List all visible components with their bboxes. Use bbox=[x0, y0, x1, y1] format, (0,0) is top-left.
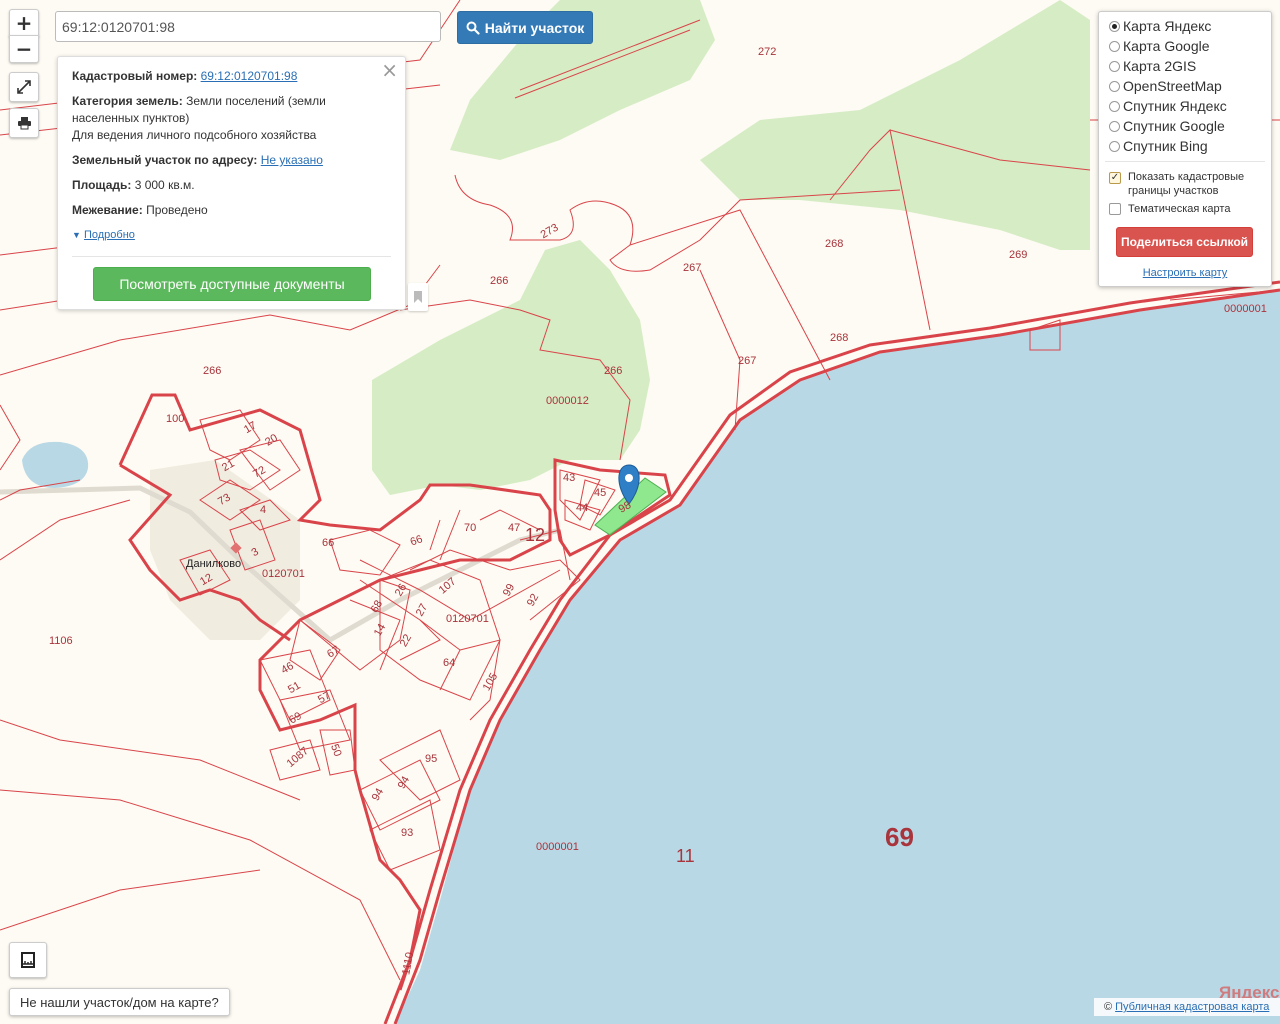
parcel-label: 47 bbox=[508, 522, 520, 534]
radio-icon bbox=[1109, 100, 1120, 112]
layer-yandex-satellite[interactable]: Спутник Яндекс bbox=[1109, 96, 1227, 116]
radio-icon bbox=[1109, 20, 1120, 32]
parcel-label: 0000001 bbox=[1224, 303, 1267, 315]
parcel-label: 266 bbox=[490, 275, 508, 287]
configure-map-link[interactable]: Настроить карту bbox=[1099, 267, 1271, 279]
search-icon bbox=[466, 21, 480, 35]
share-link-button[interactable]: Поделиться ссылкой bbox=[1116, 227, 1253, 257]
layer-bing-satellite[interactable]: Спутник Bing bbox=[1109, 136, 1208, 156]
parcel-label: 1106 bbox=[49, 635, 73, 647]
bookmark-button[interactable] bbox=[408, 283, 428, 311]
layer-label: Карта 2GIS bbox=[1123, 58, 1197, 74]
parcel-label: 267 bbox=[683, 262, 701, 274]
parcel-label: 64 bbox=[443, 657, 455, 669]
parcel-label: 93 bbox=[401, 827, 413, 839]
layer-label: Спутник Google bbox=[1123, 118, 1225, 134]
attribution-link[interactable]: Публичная кадастровая карта bbox=[1115, 1001, 1269, 1013]
caret-down-icon: ▼ bbox=[72, 230, 81, 240]
divider bbox=[1105, 161, 1265, 162]
parcel-label: 268 bbox=[825, 238, 843, 250]
village-label: Данилково bbox=[186, 558, 241, 570]
bookmark-icon bbox=[414, 291, 422, 303]
layer-label: Карта Google bbox=[1123, 38, 1210, 54]
radio-icon bbox=[1109, 40, 1120, 52]
layer-google-map[interactable]: Карта Google bbox=[1109, 36, 1210, 56]
zoom-out-button[interactable]: − bbox=[9, 35, 39, 63]
show-cadastral-checkbox[interactable]: ✓ Показать кадастровые границы участков bbox=[1109, 170, 1244, 200]
find-parcel-button[interactable]: Найти участок bbox=[457, 11, 593, 44]
pond bbox=[22, 441, 89, 488]
permitted-use: Для ведения личного подсобного хозяйства bbox=[72, 128, 317, 142]
radio-icon bbox=[1109, 140, 1120, 152]
land-category-value-cont: населенных пунктов) bbox=[72, 111, 190, 125]
zoom-out-icon: − bbox=[15, 37, 33, 61]
radio-icon bbox=[1109, 120, 1120, 132]
area-value: 3 000 кв.м. bbox=[134, 178, 195, 192]
parcel-label: 269 bbox=[1009, 249, 1027, 261]
address-label: Земельный участок по адресу: bbox=[72, 153, 258, 167]
radio-icon bbox=[1109, 60, 1120, 72]
parcel-label: 43 bbox=[563, 472, 575, 484]
map-attribution: © Публичная кадастровая карта bbox=[1094, 998, 1280, 1016]
cadastral-number-label: Кадастровый номер: bbox=[72, 69, 198, 83]
checkbox-icon bbox=[1109, 203, 1121, 215]
parcel-label: 44 bbox=[576, 502, 588, 514]
show-cadastral-label: Показать кадастровые границы участков bbox=[1128, 171, 1245, 197]
details-link[interactable]: Подробно bbox=[84, 229, 135, 241]
quarter-label: 0120701 bbox=[262, 568, 305, 580]
parcel-label: 95 bbox=[425, 753, 437, 765]
cadastral-number-link[interactable]: 69:12:0120701:98 bbox=[201, 69, 298, 83]
layer-openstreetmap[interactable]: OpenStreetMap bbox=[1109, 76, 1222, 96]
cadastral-search-input[interactable] bbox=[55, 11, 441, 42]
land-category-label: Категория земель: bbox=[72, 94, 183, 108]
copyright-sign: © bbox=[1104, 1001, 1113, 1013]
radio-icon bbox=[1109, 80, 1120, 92]
parcel-info-card: × Кадастровый номер: 69:12:0120701:98 Ка… bbox=[57, 56, 406, 310]
ruler-icon bbox=[21, 952, 35, 968]
thematic-map-label: Тематическая карта bbox=[1128, 203, 1231, 215]
block-label: 12 bbox=[525, 525, 545, 545]
block-label: 11 bbox=[676, 846, 695, 866]
divider bbox=[72, 256, 391, 257]
zoom-in-icon: + bbox=[15, 11, 33, 35]
parcel-label: 0000012 bbox=[546, 395, 589, 407]
parcel-label: 266 bbox=[604, 365, 622, 377]
parcel-label: 45 bbox=[594, 487, 606, 499]
quarter-label: 0120701 bbox=[446, 613, 489, 625]
layer-label: Спутник Bing bbox=[1123, 138, 1208, 154]
ruler-button[interactable] bbox=[9, 942, 47, 978]
not-found-button[interactable]: Не нашли участок/дом на карте? bbox=[9, 988, 230, 1016]
address-link[interactable]: Не указано bbox=[261, 153, 323, 167]
zoom-in-button[interactable]: + bbox=[9, 9, 39, 37]
layer-label: Спутник Яндекс bbox=[1123, 98, 1227, 114]
layer-2gis-map[interactable]: Карта 2GIS bbox=[1109, 56, 1196, 76]
checkbox-checked-icon: ✓ bbox=[1109, 172, 1121, 184]
printer-icon bbox=[17, 117, 31, 130]
layer-yandex-map[interactable]: Карта Яндекс bbox=[1109, 16, 1211, 36]
survey-label: Межевание: bbox=[72, 203, 143, 217]
find-parcel-label: Найти участок bbox=[484, 19, 585, 36]
parcel-label: 70 bbox=[464, 522, 476, 534]
print-button[interactable] bbox=[9, 108, 39, 138]
expand-icon bbox=[17, 80, 31, 94]
layer-label: Карта Яндекс bbox=[1123, 18, 1212, 34]
parcel-label: 4 bbox=[260, 504, 266, 516]
map-layers-panel: Карта Яндекс Карта Google Карта 2GIS Ope… bbox=[1098, 11, 1272, 287]
thematic-map-checkbox[interactable]: Тематическая карта bbox=[1109, 199, 1230, 219]
parcel-label: 100 bbox=[166, 413, 184, 425]
parcel-label: 268 bbox=[830, 332, 848, 344]
area-label: Площадь: bbox=[72, 178, 132, 192]
quarter-label: 0000001 bbox=[536, 841, 579, 853]
layer-google-satellite[interactable]: Спутник Google bbox=[1109, 116, 1225, 136]
land-category-value: Земли поселений (земли bbox=[186, 94, 326, 108]
fullscreen-button[interactable] bbox=[9, 72, 39, 102]
parcel-label: 267 bbox=[738, 355, 756, 367]
region-label: 69 bbox=[885, 822, 914, 852]
survey-value: Проведено bbox=[146, 203, 208, 217]
view-documents-button[interactable]: Посмотреть доступные документы bbox=[93, 267, 371, 301]
layer-label: OpenStreetMap bbox=[1123, 78, 1222, 94]
parcel-label: 266 bbox=[203, 365, 221, 377]
parcel-label: 272 bbox=[758, 46, 776, 58]
parcel-label: 66 bbox=[322, 537, 334, 549]
